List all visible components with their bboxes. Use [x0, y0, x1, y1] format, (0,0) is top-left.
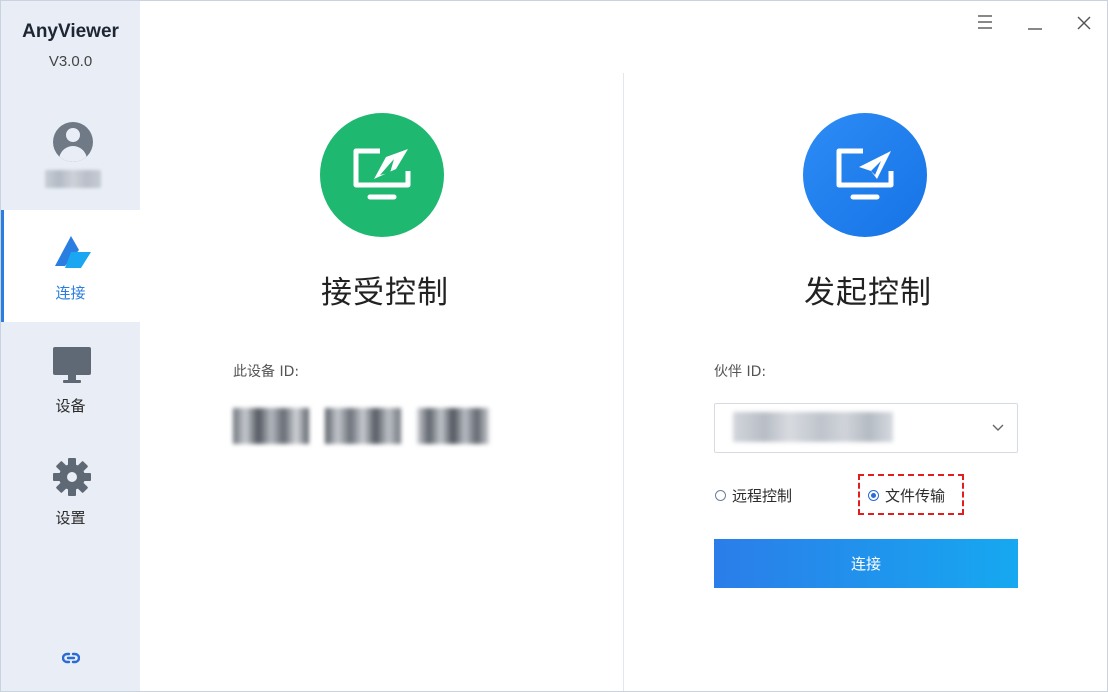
sidebar: AnyViewer V3.0.0 连接 设备 设置	[1, 1, 140, 691]
partner-id-combobox[interactable]	[714, 403, 1018, 453]
connect-icon	[55, 236, 91, 268]
radio-label: 远程控制	[732, 486, 793, 505]
device-id-label: 此设备 ID:	[233, 364, 300, 380]
monitor-icon	[53, 347, 91, 383]
partner-id-redacted	[733, 412, 893, 442]
gear-icon	[53, 458, 91, 496]
initiate-control-title: 发起控制	[804, 275, 932, 311]
radio-remote-control[interactable]: 远程控制	[715, 485, 792, 505]
initiate-control-badge	[803, 113, 927, 237]
radio-label: 文件传输	[885, 486, 946, 505]
sidebar-item-connect[interactable]: 连接	[1, 210, 140, 322]
partner-id-label: 伙伴 ID:	[714, 364, 767, 380]
app-window: AnyViewer V3.0.0 连接 设备 设置 接受控制 此设备 ID: 发…	[0, 0, 1108, 692]
minimize-icon[interactable]	[1020, 9, 1050, 37]
app-version: V3.0.0	[48, 53, 93, 70]
panel-divider	[623, 73, 624, 691]
username-redacted	[45, 170, 101, 188]
menu-icon[interactable]	[970, 9, 1000, 37]
receive-control-title: 接受控制	[321, 275, 449, 311]
sidebar-item-settings[interactable]: 设置	[1, 435, 140, 547]
avatar-body	[59, 146, 87, 162]
avatar-head	[66, 128, 80, 142]
chevron-down-icon[interactable]	[991, 422, 1005, 432]
remote-desktop-icon	[353, 148, 411, 200]
device-id-redacted	[233, 408, 489, 444]
radio-button[interactable]	[715, 489, 726, 501]
sidebar-item-label: 连接	[55, 284, 86, 302]
connect-button[interactable]: 连接	[714, 539, 1018, 588]
link-icon[interactable]	[62, 651, 80, 665]
sidebar-item-label: 设置	[55, 509, 86, 527]
radio-button[interactable]	[868, 489, 879, 501]
sidebar-item-devices[interactable]: 设备	[1, 323, 140, 435]
radio-file-transfer[interactable]: 文件传输	[868, 485, 945, 505]
sidebar-item-label: 设备	[55, 397, 86, 415]
avatar[interactable]	[53, 122, 93, 162]
app-name: AnyViewer	[22, 21, 119, 42]
remote-control-icon	[836, 148, 894, 200]
receive-control-badge	[320, 113, 444, 237]
close-icon[interactable]	[1069, 9, 1099, 37]
